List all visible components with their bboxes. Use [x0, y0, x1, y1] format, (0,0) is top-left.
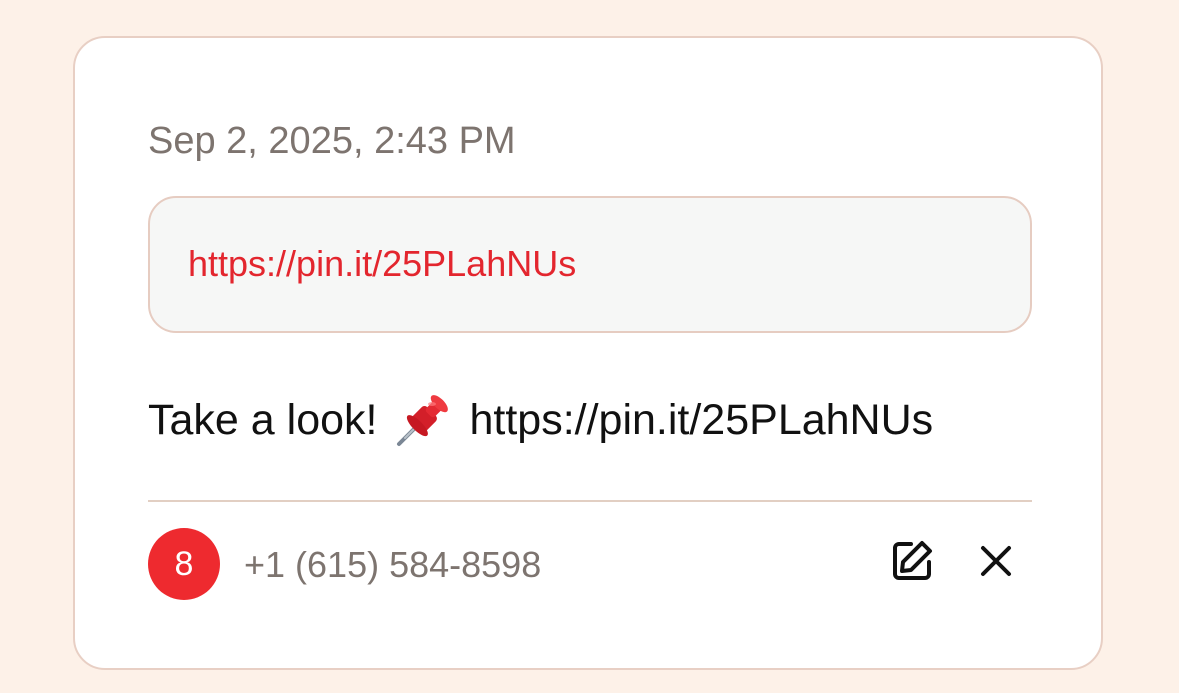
message-text: Take a look! https://pin.it/25PLahNUs	[148, 390, 933, 450]
edit-icon	[887, 536, 937, 591]
pushpin-icon	[393, 390, 453, 450]
avatar: 8	[148, 528, 220, 600]
edit-button[interactable]	[887, 538, 937, 588]
close-button[interactable]	[973, 540, 1019, 586]
message-link[interactable]: https://pin.it/25PLahNUs	[469, 392, 933, 448]
link-box: https://pin.it/25PLahNUs	[148, 196, 1032, 333]
close-icon	[978, 543, 1014, 584]
message-prefix: Take a look!	[148, 396, 378, 444]
timestamp: Sep 2, 2025, 2:43 PM	[148, 120, 516, 162]
link-url[interactable]: https://pin.it/25PLahNUs	[188, 242, 576, 286]
history-card: Sep 2, 2025, 2:43 PM https://pin.it/25PL…	[73, 36, 1103, 670]
phone-number: +1 (615) 584-8598	[244, 544, 542, 585]
divider	[148, 500, 1032, 502]
